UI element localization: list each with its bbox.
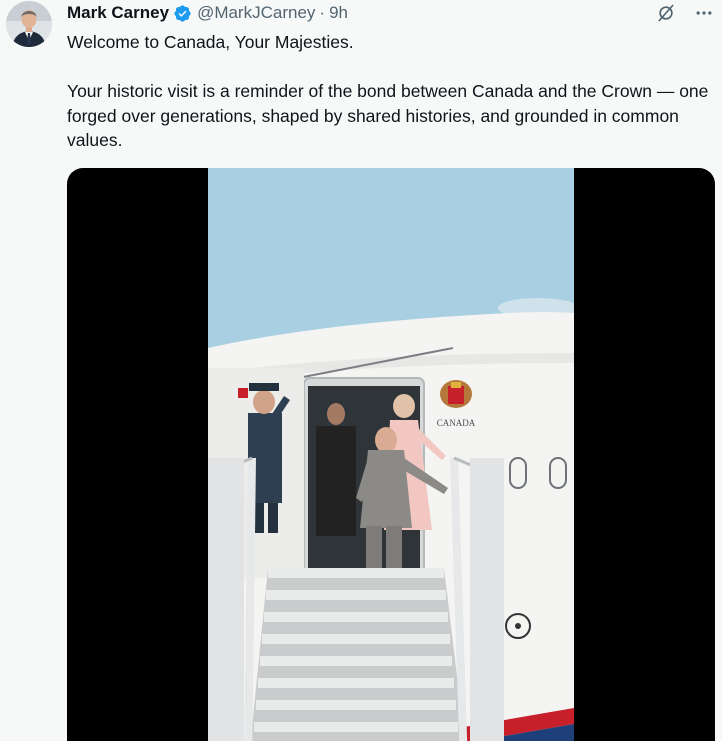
video-player[interactable]: CANADA <box>67 168 715 741</box>
avatar-image <box>6 1 52 47</box>
tweet-text-line-1: Welcome to Canada, Your Majesties. <box>67 32 354 52</box>
tweet-card[interactable]: Mark Carney @MarkJCarney · 9h Welcome to… <box>0 0 722 741</box>
video-frame: CANADA <box>208 168 574 741</box>
post-time[interactable]: 9h <box>329 3 348 23</box>
display-name[interactable]: Mark Carney <box>67 3 169 23</box>
more-icon[interactable] <box>692 1 716 25</box>
tweet-text-line-2: Your historic visit is a reminder of the… <box>67 81 709 150</box>
tweet-actions-top <box>654 1 716 25</box>
tweet-header: Mark Carney @MarkJCarney · 9h <box>67 2 348 24</box>
avatar[interactable] <box>6 1 52 47</box>
tweet-text: Welcome to Canada, Your Majesties. Your … <box>67 30 717 153</box>
separator-dot: · <box>319 3 326 22</box>
verified-badge-icon[interactable] <box>173 4 192 23</box>
author-handle[interactable]: @MarkJCarney <box>197 3 315 23</box>
grok-icon[interactable] <box>654 1 678 25</box>
aircraft-text: CANADA <box>437 418 476 428</box>
